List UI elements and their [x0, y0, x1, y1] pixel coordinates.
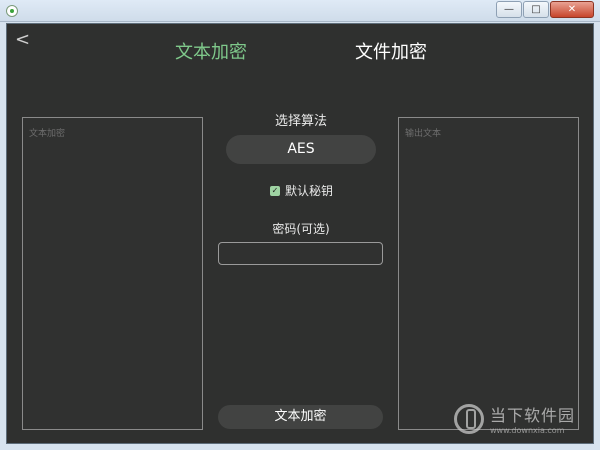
password-label: 密码(可选): [272, 222, 330, 236]
site-watermark: 当下软件园 www.downxia.com: [453, 402, 575, 435]
password-input[interactable]: [218, 242, 383, 265]
algorithm-select[interactable]: AES: [226, 135, 376, 164]
algorithm-label: 选择算法: [274, 114, 327, 129]
close-button[interactable]: ✕: [550, 1, 594, 18]
back-button[interactable]: <: [15, 30, 35, 52]
chevron-left-icon: <: [15, 29, 31, 50]
title-bar: — □ ✕: [0, 0, 600, 22]
window-controls: — □ ✕: [495, 1, 594, 18]
watermark-url: www.downxia.com: [489, 426, 565, 435]
app-icon: [6, 5, 18, 17]
default-key-label: 默认秘钥: [285, 184, 334, 198]
input-text-area[interactable]: [22, 117, 203, 430]
default-key-option[interactable]: ✓ 默认秘钥: [270, 182, 333, 199]
default-key-checkbox[interactable]: ✓: [270, 185, 280, 196]
tab-text-encrypt[interactable]: 文本加密: [175, 38, 247, 64]
maximize-button[interactable]: □: [523, 1, 549, 18]
tab-file-encrypt[interactable]: 文件加密: [355, 38, 427, 64]
watermark-title: 当下软件园: [489, 406, 575, 425]
app-window: < 文本加密 文件加密 选择算法 AES ✓ 默认秘钥 密码(可选) 文本加密 …: [6, 23, 594, 444]
encrypt-text-button[interactable]: 文本加密: [218, 405, 383, 429]
output-text-area[interactable]: [398, 117, 579, 430]
watermark-logo-icon: [453, 403, 484, 434]
minimize-button[interactable]: —: [496, 1, 522, 18]
